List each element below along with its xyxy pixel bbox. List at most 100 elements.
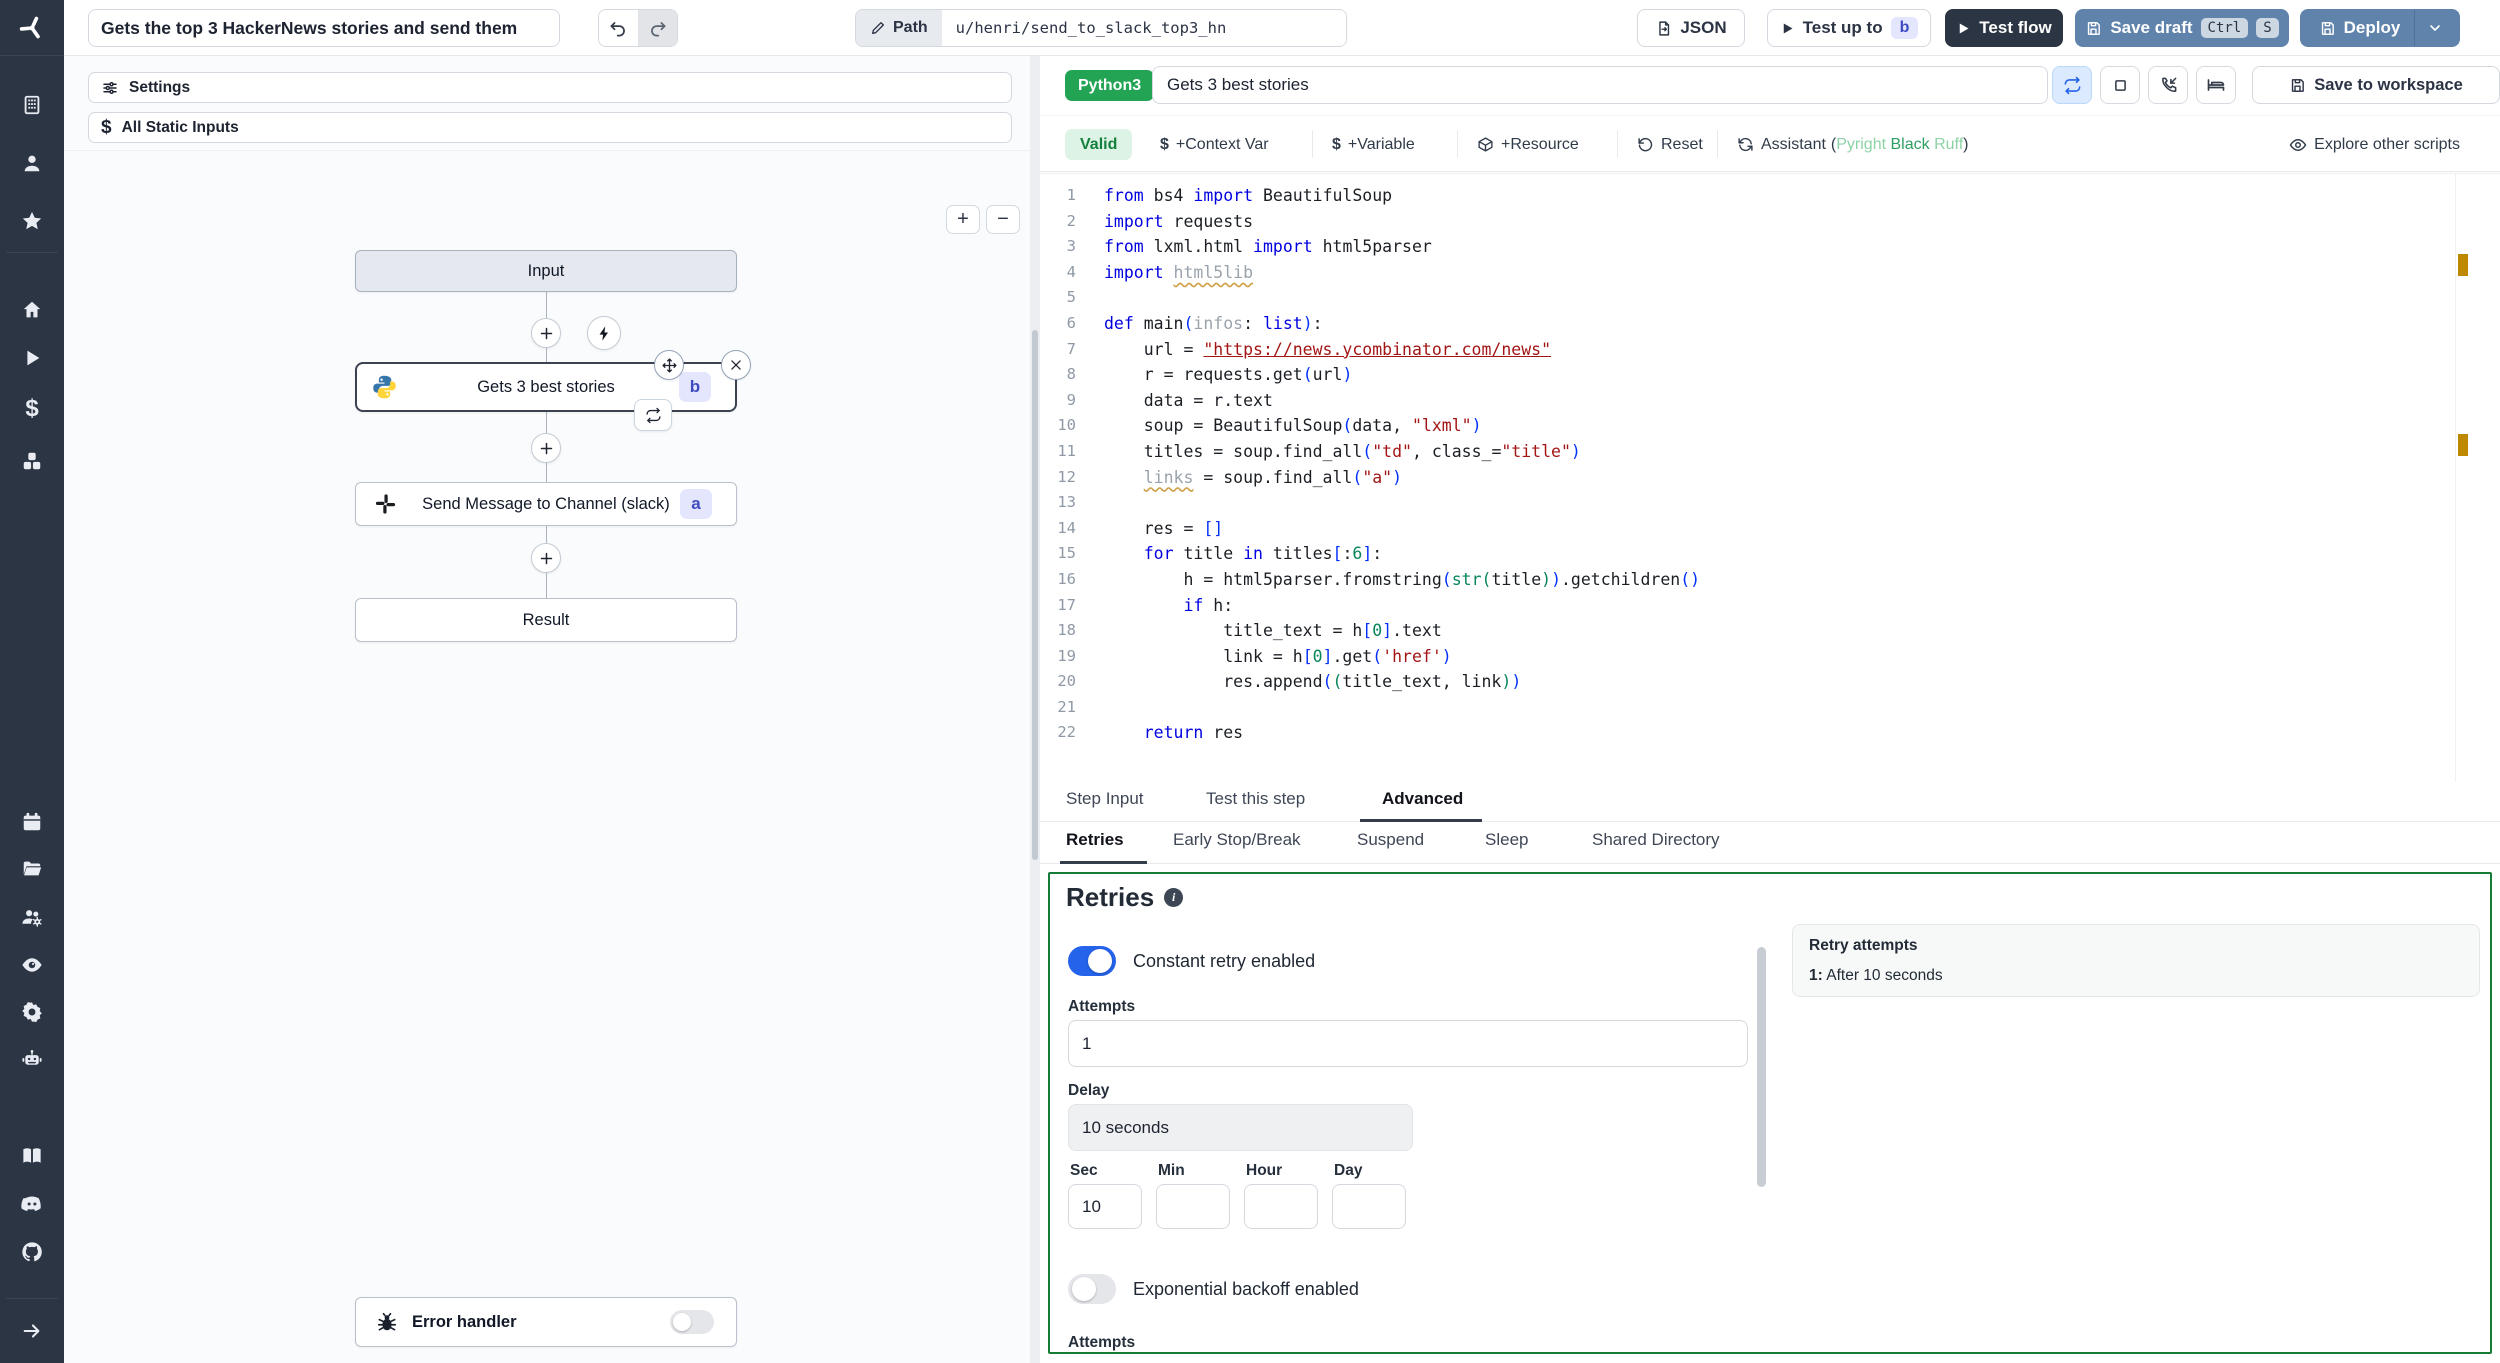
flow-input-node[interactable]: Input bbox=[355, 250, 737, 292]
retries-toggle-button[interactable] bbox=[2052, 66, 2092, 104]
explore-other-scripts-button[interactable]: Explore other scripts bbox=[2289, 129, 2460, 160]
code-line[interactable]: 11 titles = soup.find_all("td", class_="… bbox=[1040, 439, 2440, 465]
error-handler-toggle[interactable] bbox=[670, 1310, 714, 1334]
subtab-shared-directory[interactable]: Shared Directory bbox=[1592, 830, 1720, 850]
code-line[interactable]: 10 soup = BeautifulSoup(data, "lxml") bbox=[1040, 413, 2440, 439]
code-line[interactable]: 9 data = r.text bbox=[1040, 388, 2440, 414]
hour-input[interactable] bbox=[1244, 1184, 1318, 1229]
settings-gear-icon[interactable] bbox=[21, 1001, 44, 1024]
insert-step-button[interactable] bbox=[531, 543, 561, 573]
groups-users-gear-icon[interactable] bbox=[21, 906, 44, 929]
runs-play-icon[interactable] bbox=[21, 347, 43, 369]
step-name-input[interactable]: Gets 3 best stories bbox=[1152, 66, 2048, 104]
deploy-more-chevron[interactable] bbox=[2415, 20, 2455, 36]
resources-boxes-icon[interactable] bbox=[21, 450, 43, 472]
error-handler-node[interactable]: Error handler bbox=[355, 1297, 737, 1347]
insert-step-button[interactable] bbox=[531, 433, 561, 463]
favorites-star-icon[interactable] bbox=[21, 210, 43, 232]
add-context-var-button[interactable]: $ +Context Var bbox=[1160, 129, 1269, 160]
audit-eye-icon[interactable] bbox=[21, 954, 44, 977]
user-icon[interactable] bbox=[21, 152, 43, 174]
save-draft-button[interactable]: Save draft Ctrl S bbox=[2075, 9, 2289, 47]
tab-advanced[interactable]: Advanced bbox=[1382, 789, 1463, 809]
undo-button[interactable] bbox=[599, 10, 638, 46]
json-button[interactable]: JSON bbox=[1637, 9, 1745, 47]
github-icon[interactable] bbox=[21, 1241, 44, 1264]
code-line[interactable]: 16 h = html5parser.fromstring(str(title)… bbox=[1040, 567, 2440, 593]
early-stop-button[interactable] bbox=[2100, 66, 2140, 104]
info-icon[interactable]: i bbox=[1164, 888, 1184, 907]
code-line[interactable]: 6 def main(infos: list): bbox=[1040, 311, 2440, 337]
path-value[interactable]: u/henri/send_to_slack_top3_hn bbox=[941, 10, 1346, 46]
trigger-bolt-button[interactable] bbox=[587, 316, 621, 350]
attempts-input[interactable] bbox=[1068, 1020, 1748, 1067]
flow-settings-button[interactable]: Settings bbox=[88, 72, 1012, 103]
loop-step-button[interactable] bbox=[634, 399, 672, 431]
move-step-button[interactable] bbox=[654, 350, 684, 380]
windmill-logo[interactable] bbox=[0, 0, 64, 56]
collapse-arrow-icon[interactable] bbox=[21, 1320, 43, 1342]
all-static-inputs-button[interactable]: $ All Static Inputs bbox=[88, 112, 1012, 143]
schedules-calendar-icon[interactable] bbox=[21, 811, 43, 833]
flow-canvas[interactable]: Settings $ All Static Inputs + − Input G… bbox=[64, 56, 1030, 1363]
code-line[interactable]: 14 res = [] bbox=[1040, 516, 2440, 542]
delete-step-button[interactable] bbox=[721, 350, 751, 380]
suspend-button[interactable] bbox=[2148, 66, 2188, 104]
flow-title-input[interactable]: Gets the top 3 HackerNews stories and se… bbox=[88, 9, 560, 47]
code-line[interactable]: 5 bbox=[1040, 285, 2440, 311]
reset-button[interactable]: Reset bbox=[1637, 129, 1703, 160]
folders-icon[interactable] bbox=[21, 858, 43, 880]
zoom-in-button[interactable]: + bbox=[946, 205, 980, 234]
add-variable-button[interactable]: $ +Variable bbox=[1332, 129, 1415, 160]
exponential-backoff-toggle[interactable] bbox=[1068, 1274, 1116, 1304]
workspace-icon[interactable] bbox=[21, 94, 43, 116]
flow-step-a-node[interactable]: Send Message to Channel (slack) a bbox=[355, 482, 737, 526]
variables-dollar-icon[interactable]: $ bbox=[25, 395, 38, 423]
code-editor[interactable]: 1 from bs4 import BeautifulSoup 2 import re… bbox=[1040, 173, 2500, 782]
workers-robot-icon[interactable] bbox=[21, 1048, 44, 1071]
subtab-sleep[interactable]: Sleep bbox=[1485, 830, 1528, 850]
code-line[interactable]: 2 import requests bbox=[1040, 209, 2440, 235]
code-line[interactable]: 1 from bs4 import BeautifulSoup bbox=[1040, 183, 2440, 209]
code-line[interactable]: 4 import html5lib bbox=[1040, 260, 2440, 286]
discord-icon[interactable] bbox=[21, 1193, 44, 1216]
retries-scrollbar[interactable] bbox=[1757, 947, 1766, 1187]
panel-divider-handle[interactable] bbox=[1032, 330, 1038, 860]
subtab-retries[interactable]: Retries bbox=[1066, 830, 1124, 850]
test-up-to-button[interactable]: Test up to b bbox=[1767, 9, 1931, 47]
sec-input[interactable] bbox=[1068, 1184, 1142, 1229]
delay-input[interactable] bbox=[1068, 1104, 1413, 1151]
code-line[interactable]: 13 bbox=[1040, 490, 2440, 516]
redo-button[interactable] bbox=[638, 10, 677, 46]
save-to-workspace-button[interactable]: Save to workspace bbox=[2252, 66, 2500, 104]
docs-book-icon[interactable] bbox=[21, 1145, 44, 1168]
code-line[interactable]: 18 title_text = h[0].text bbox=[1040, 618, 2440, 644]
insert-step-button[interactable] bbox=[531, 318, 561, 348]
code-line[interactable]: 20 res.append((title_text, link)) bbox=[1040, 669, 2440, 695]
tab-test-this-step[interactable]: Test this step bbox=[1206, 789, 1305, 809]
code-line[interactable]: 8 r = requests.get(url) bbox=[1040, 362, 2440, 388]
add-resource-button[interactable]: +Resource bbox=[1477, 129, 1579, 160]
code-line[interactable]: 21 bbox=[1040, 695, 2440, 721]
flow-result-node[interactable]: Result bbox=[355, 598, 737, 642]
code-line[interactable]: 15 for title in titles[:6]: bbox=[1040, 541, 2440, 567]
subtab-early-stop[interactable]: Early Stop/Break bbox=[1173, 830, 1301, 850]
day-input[interactable] bbox=[1332, 1184, 1406, 1229]
path-field[interactable]: Path u/henri/send_to_slack_top3_hn bbox=[855, 9, 1347, 47]
tab-step-input[interactable]: Step Input bbox=[1066, 789, 1144, 809]
sleep-button[interactable] bbox=[2196, 66, 2236, 104]
code-line[interactable]: 7 url = "https://news.ycombinator.com/ne… bbox=[1040, 337, 2440, 363]
deploy-button[interactable]: Deploy bbox=[2300, 9, 2460, 47]
code-line[interactable]: 19 link = h[0].get('href') bbox=[1040, 644, 2440, 670]
code-line[interactable]: 17 if h: bbox=[1040, 593, 2440, 619]
code-line[interactable]: 22 return res bbox=[1040, 720, 2440, 746]
min-input[interactable] bbox=[1156, 1184, 1230, 1229]
code-line[interactable]: 12 links = soup.find_all("a") bbox=[1040, 465, 2440, 491]
code-line[interactable]: 3 from lxml.html import html5parser bbox=[1040, 234, 2440, 260]
constant-retry-toggle[interactable] bbox=[1068, 946, 1116, 976]
zoom-out-button[interactable]: − bbox=[986, 205, 1020, 234]
test-flow-button[interactable]: Test flow bbox=[1945, 9, 2063, 47]
assistant-button[interactable]: Assistant (Pyright Black Ruff) bbox=[1737, 129, 1968, 160]
subtab-suspend[interactable]: Suspend bbox=[1357, 830, 1424, 850]
home-icon[interactable] bbox=[21, 299, 43, 321]
